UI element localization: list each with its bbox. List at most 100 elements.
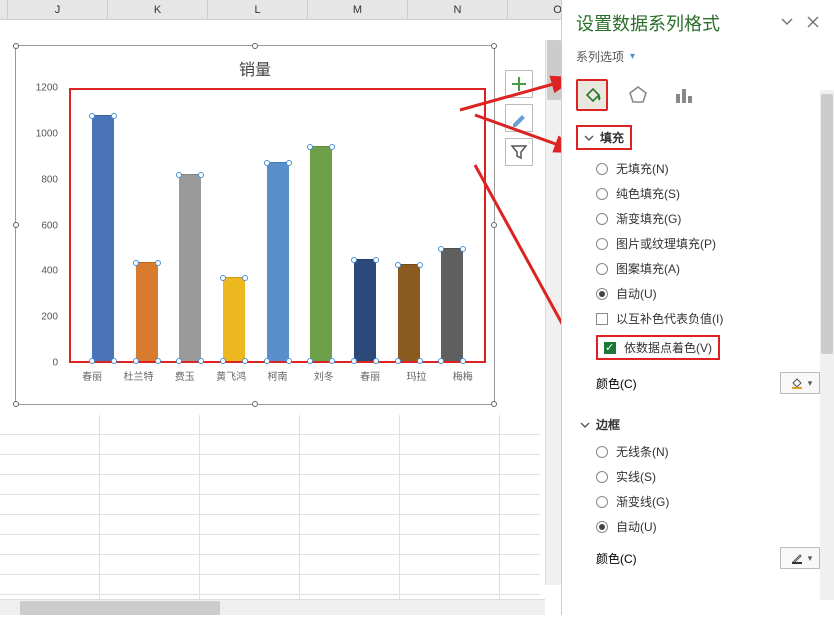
panel-header: 设置数据系列格式 [562,0,834,42]
y-tick: 400 [41,266,58,277]
scrollbar-thumb[interactable] [821,94,833,354]
col-header-M[interactable]: M [308,0,408,19]
fill-auto-option[interactable]: 自动(U) [576,281,820,306]
bar-selection-handle[interactable] [220,275,226,281]
bar-selection-handle[interactable] [286,160,292,166]
bar-selection-handle[interactable] [264,358,270,364]
selection-handle[interactable] [13,43,19,49]
border-section-header[interactable]: 边框 [576,410,820,439]
selection-handle[interactable] [491,222,497,228]
bar-selection-handle[interactable] [460,246,466,252]
x-tick: 费玉 [162,368,208,388]
border-color-picker[interactable]: ▾ [780,547,820,569]
bar-2[interactable] [168,90,212,361]
selection-handle[interactable] [252,43,258,49]
bar-selection-handle[interactable] [417,262,423,268]
bar-selection-handle[interactable] [111,358,117,364]
bar-selection-handle[interactable] [155,358,161,364]
scrollbar-thumb[interactable] [20,601,220,615]
selection-handle[interactable] [491,401,497,407]
series-options-tab[interactable] [668,79,700,111]
fill-vary-option[interactable]: 依数据点着色(V) [576,331,820,364]
bar-selection-handle[interactable] [133,358,139,364]
bar-selection-handle[interactable] [307,358,313,364]
bar-selection-handle[interactable] [373,257,379,263]
fill-line-tab[interactable] [576,79,608,111]
vertical-scrollbar[interactable] [545,40,561,585]
bar-selection-handle[interactable] [460,358,466,364]
bar-0[interactable] [81,90,125,361]
chart-title[interactable]: 销量 [16,46,494,90]
col-header[interactable] [0,0,8,19]
bar-selection-handle[interactable] [329,358,335,364]
chart-styles-button[interactable] [505,104,533,132]
bar-selection-handle[interactable] [264,160,270,166]
bar-selection-handle[interactable] [89,113,95,119]
bar-4[interactable] [256,90,300,361]
panel-scrollbar[interactable] [820,90,834,600]
radio-icon [596,288,608,300]
bar-selection-handle[interactable] [417,358,423,364]
chart-object[interactable]: 销量 0 200 400 600 800 1000 1200 春丽杜兰特费玉黄飞… [15,45,495,405]
bar-selection-handle[interactable] [155,260,161,266]
col-header-L[interactable]: L [208,0,308,19]
chart-elements-button[interactable] [505,70,533,98]
bar-selection-handle[interactable] [286,358,292,364]
bar-selection-handle[interactable] [351,358,357,364]
selection-handle[interactable] [491,43,497,49]
scrollbar-thumb[interactable] [547,40,561,100]
col-header-J[interactable]: J [8,0,108,19]
bar-8[interactable] [430,90,474,361]
bar-selection-handle[interactable] [329,144,335,150]
fill-color-picker[interactable]: ▾ [780,372,820,394]
bar-selection-handle[interactable] [351,257,357,263]
fill-picture-option[interactable]: 图片或纹理填充(P) [576,231,820,256]
bar-selection-handle[interactable] [176,358,182,364]
bar-selection-handle[interactable] [438,358,444,364]
bar-1[interactable] [125,90,169,361]
bar-selection-handle[interactable] [198,172,204,178]
bar-5[interactable] [299,90,343,361]
fill-none-option[interactable]: 无填充(N) [576,156,820,181]
fill-gradient-option[interactable]: 渐变填充(G) [576,206,820,231]
horizontal-scrollbar[interactable] [0,599,545,615]
fill-solid-option[interactable]: 纯色填充(S) [576,181,820,206]
col-header-K[interactable]: K [108,0,208,19]
plot-area[interactable] [69,88,486,363]
bar-selection-handle[interactable] [133,260,139,266]
y-tick: 800 [41,174,58,185]
border-none-option[interactable]: 无线条(N) [576,439,820,464]
chart-filter-button[interactable] [505,138,533,166]
bar-selection-handle[interactable] [373,358,379,364]
bar-selection-handle[interactable] [176,172,182,178]
panel-close-button[interactable] [806,15,820,32]
selection-handle[interactable] [13,222,19,228]
bar-selection-handle[interactable] [111,113,117,119]
bar-3[interactable] [212,90,256,361]
fill-invert-option[interactable]: 以互补色代表负值(I) [576,306,820,331]
bar-selection-handle[interactable] [89,358,95,364]
bar-selection-handle[interactable] [438,246,444,252]
y-tick: 0 [52,358,58,369]
border-solid-option[interactable]: 实线(S) [576,464,820,489]
effects-tab[interactable] [622,79,654,111]
bar-selection-handle[interactable] [307,144,313,150]
fill-pattern-option[interactable]: 图案填充(A) [576,256,820,281]
plus-icon [510,75,528,93]
selection-handle[interactable] [252,401,258,407]
selection-handle[interactable] [13,401,19,407]
bar-6[interactable] [343,90,387,361]
fill-section-header[interactable]: 填充 [576,125,632,150]
bar-selection-handle[interactable] [395,262,401,268]
series-options-dropdown[interactable]: 系列选项 ▾ [562,42,834,71]
bar-selection-handle[interactable] [220,358,226,364]
border-auto-option[interactable]: 自动(U) [576,514,820,539]
bar-7[interactable] [387,90,431,361]
bar-selection-handle[interactable] [242,275,248,281]
bar-selection-handle[interactable] [242,358,248,364]
border-gradient-option[interactable]: 渐变线(G) [576,489,820,514]
bar-selection-handle[interactable] [198,358,204,364]
col-header-N[interactable]: N [408,0,508,19]
panel-options-button[interactable] [780,15,794,32]
bar-selection-handle[interactable] [395,358,401,364]
